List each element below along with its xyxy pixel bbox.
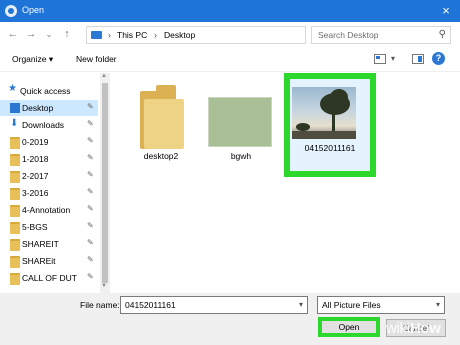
forward-arrow-icon[interactable]: → — [24, 28, 38, 40]
sidebar-item-5-bgs[interactable]: 5-BGS ✎ — [0, 219, 98, 235]
watermark-prefix: wiki — [386, 320, 410, 337]
sidebar-item-label: 5-BGS — [22, 222, 48, 232]
scroll-up-icon[interactable]: ▲ — [101, 73, 107, 79]
pin-icon[interactable]: ✎ — [87, 255, 94, 264]
file-item-desktop2[interactable]: desktop2 — [126, 81, 196, 171]
sidebar-item-shareit[interactable]: SHAREit ✎ — [0, 253, 98, 269]
scroll-down-icon[interactable]: ▼ — [101, 283, 107, 289]
close-icon[interactable]: × — [438, 3, 454, 18]
window-title: Open — [22, 5, 45, 15]
sidebar-item-label: 1-2018 — [22, 154, 49, 164]
sidebar-item-label: CALL OF DUT — [22, 273, 77, 283]
pin-icon[interactable]: ✎ — [87, 136, 94, 145]
pin-icon[interactable]: ✎ — [87, 187, 94, 196]
sidebar-item-label: 3-2016 — [22, 188, 49, 198]
file-name-label: File name: — [80, 300, 120, 310]
breadcrumb-this-pc[interactable]: This PC — [117, 30, 147, 40]
scrollbar-thumb[interactable] — [102, 83, 108, 283]
star-icon: ★ — [8, 83, 17, 94]
this-pc-icon — [91, 31, 102, 39]
chevron-down-icon[interactable]: ▾ — [436, 300, 440, 309]
pin-icon[interactable]: ✎ — [87, 102, 94, 111]
sidebar-quick-access[interactable]: ★ Quick access — [0, 83, 98, 99]
folder-icon — [10, 222, 20, 234]
sidebar-item-2-2017[interactable]: 2-2017 ✎ — [0, 168, 98, 184]
folder-icon — [10, 154, 20, 166]
sidebar-item-label: Quick access — [20, 86, 71, 96]
search-icon[interactable]: ⚲ — [439, 29, 446, 40]
up-arrow-icon[interactable]: ↑ — [60, 28, 74, 40]
chevron-right-icon[interactable]: › — [154, 30, 157, 40]
pin-icon[interactable]: ✎ — [87, 221, 94, 230]
sidebar-item-0-2019[interactable]: 0-2019 ✎ — [0, 134, 98, 150]
address-row: ← → ⌄ ↑ › This PC › Desktop ⌄ ↻ Search D… — [0, 22, 460, 48]
sidebar-item-1-2018[interactable]: 1-2018 ✎ — [0, 151, 98, 167]
folder-icon — [10, 256, 20, 268]
help-icon[interactable]: ? — [432, 52, 445, 65]
file-list: desktop2 bgwh 04152011161 — [112, 73, 460, 293]
sidebar-scrollbar[interactable]: ▲ ▼ — [100, 73, 110, 293]
sidebar-item-shareit-upper[interactable]: SHAREIT ✎ — [0, 236, 98, 252]
folder-icon — [10, 273, 20, 285]
navigation-pane: ★ Quick access Desktop ✎ ⬇ Downloads ✎ 0… — [0, 73, 100, 293]
sidebar-item-3-2016[interactable]: 3-2016 ✎ — [0, 185, 98, 201]
sidebar-item-call-of-duty[interactable]: CALL OF DUT ✎ — [0, 270, 98, 286]
pin-icon[interactable]: ✎ — [87, 170, 94, 179]
chevron-down-icon[interactable]: ▾ — [299, 300, 303, 309]
file-name-label: bgwh — [230, 151, 252, 161]
view-options-icon[interactable] — [374, 54, 386, 64]
sidebar-item-downloads[interactable]: ⬇ Downloads ✎ — [0, 117, 98, 133]
pin-icon[interactable]: ✎ — [87, 238, 94, 247]
file-type-select[interactable]: All Picture Files ▾ — [317, 296, 445, 314]
folder-icon — [10, 188, 20, 200]
chevron-down-icon[interactable]: ▾ — [391, 54, 395, 63]
sidebar-item-4-annotation[interactable]: 4-Annotation ✎ — [0, 202, 98, 218]
pin-icon[interactable]: ✎ — [87, 119, 94, 128]
address-bar[interactable]: › This PC › Desktop ⌄ ↻ — [86, 26, 383, 44]
chevron-right-icon[interactable]: › — [108, 30, 111, 40]
image-thumbnail — [292, 87, 356, 139]
folder-icon — [10, 137, 20, 149]
image-thumbnail — [208, 97, 272, 147]
open-button[interactable]: Open — [318, 317, 380, 337]
folder-icon — [10, 171, 20, 183]
pin-icon[interactable]: ✎ — [87, 272, 94, 281]
app-icon — [5, 5, 17, 17]
breadcrumb-desktop[interactable]: Desktop — [164, 30, 195, 40]
file-type-value: All Picture Files — [322, 300, 381, 310]
title-bar: Open × — [0, 0, 460, 22]
back-arrow-icon[interactable]: ← — [6, 28, 20, 40]
file-name-label: desktop2 — [143, 151, 179, 161]
sidebar-item-label: 0-2019 — [22, 137, 49, 147]
file-item-bgwh[interactable]: bgwh — [206, 81, 276, 171]
folder-icon — [10, 205, 20, 217]
sidebar-item-label: SHAREIT — [22, 239, 59, 249]
sidebar-item-label: 2-2017 — [22, 171, 49, 181]
sidebar-item-label: SHAREit — [22, 256, 56, 266]
sidebar-item-desktop[interactable]: Desktop ✎ — [0, 100, 98, 116]
wikihow-watermark: wikiHow — [386, 320, 441, 337]
toolbar: Organize ▾ New folder ▾ ? — [0, 48, 460, 72]
search-placeholder: Search Desktop — [318, 30, 379, 40]
sidebar-item-label: 4-Annotation — [22, 205, 71, 215]
pin-icon[interactable]: ✎ — [87, 153, 94, 162]
file-name-value: 04152011161 — [125, 300, 176, 310]
sidebar-item-label: Desktop — [22, 103, 54, 113]
folder-icon — [10, 239, 20, 251]
file-name-combo-input[interactable]: 04152011161 ▾ — [120, 296, 308, 314]
file-name-label: 04152011161 — [304, 143, 356, 153]
organize-button[interactable]: Organize ▾ — [12, 54, 53, 65]
recent-dropdown-icon[interactable]: ⌄ — [42, 30, 56, 39]
file-item-04152011161[interactable]: 04152011161 — [284, 73, 376, 177]
sidebar-item-label: Downloads — [22, 120, 65, 130]
download-icon: ⬇ — [10, 118, 19, 129]
preview-pane-icon[interactable] — [412, 54, 424, 64]
desktop-icon — [10, 103, 20, 113]
pin-icon[interactable]: ✎ — [87, 204, 94, 213]
search-input[interactable]: Search Desktop ⚲ — [311, 26, 451, 44]
new-folder-button[interactable]: New folder — [76, 54, 117, 64]
watermark-suffix: How — [409, 320, 441, 337]
